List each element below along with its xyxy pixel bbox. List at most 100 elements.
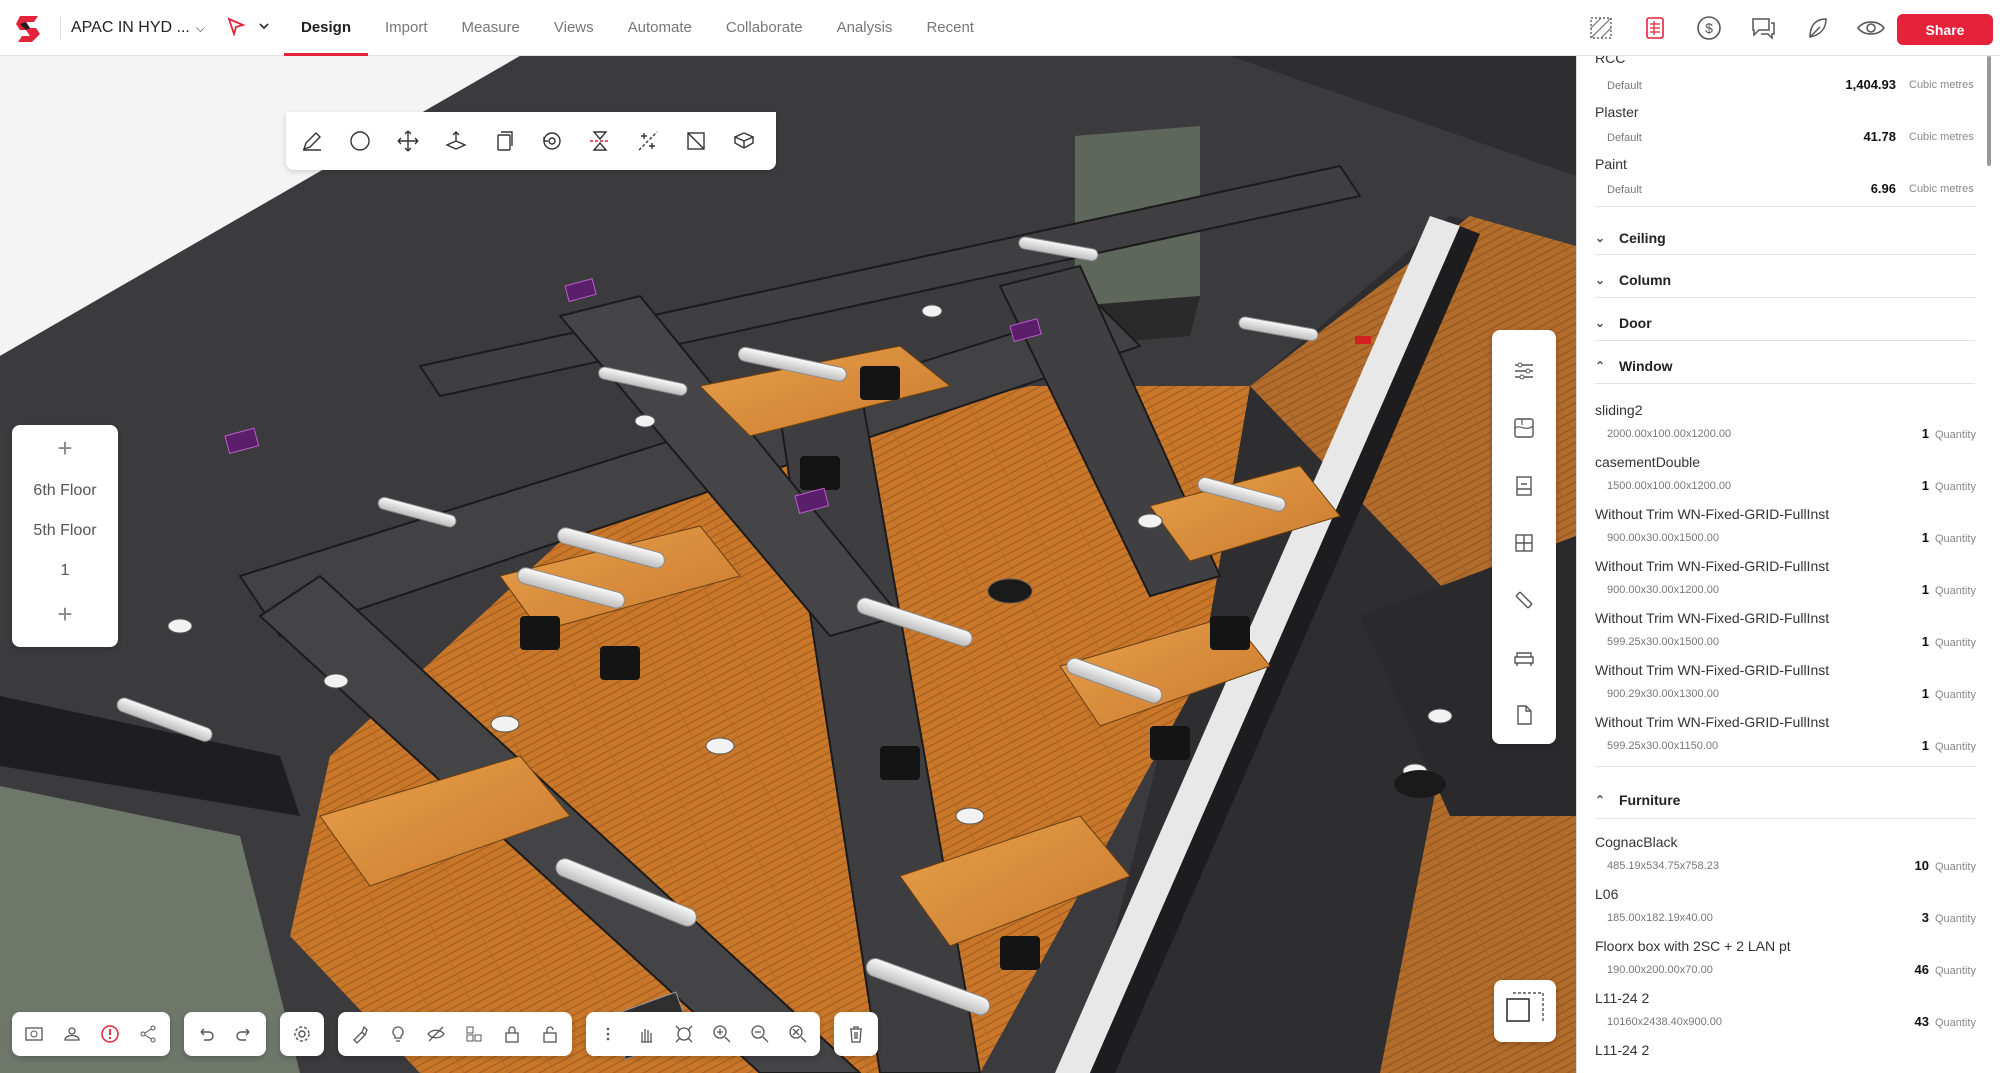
lock-icon[interactable] (498, 1020, 526, 1048)
hatch-icon[interactable] (1585, 12, 1617, 44)
sofa-icon[interactable] (1504, 629, 1544, 686)
tab-import[interactable]: Import (368, 0, 445, 56)
undo-icon[interactable] (192, 1020, 220, 1048)
section-furniture[interactable]: ⌃ Furniture (1595, 792, 1680, 808)
divider (1595, 297, 1975, 298)
section-title: Ceiling (1619, 230, 1666, 246)
more-icon[interactable] (594, 1020, 622, 1048)
building-model-scene[interactable] (0, 56, 1576, 1073)
box-icon[interactable] (730, 127, 758, 155)
floor-item-5th[interactable]: 5th Floor (33, 511, 96, 551)
3d-viewport[interactable]: + 6th Floor 5th Floor 1 + (0, 56, 1576, 1073)
section-title: Column (1619, 272, 1672, 288)
section-icon[interactable] (682, 127, 710, 155)
circle-icon[interactable] (346, 127, 374, 155)
material-name: Plaster (1595, 104, 1639, 120)
item-dimensions: 10160x2438.40x900.00 (1607, 1016, 1722, 1028)
section-ceiling[interactable]: ⌄ Ceiling (1595, 230, 1666, 246)
material-unit: Cubic metres (1909, 131, 1974, 143)
zoom-out-icon[interactable] (746, 1020, 774, 1048)
item-dimensions: 900.00x30.00x1500.00 (1607, 532, 1719, 544)
view-cube[interactable] (1494, 980, 1556, 1042)
extrude-icon[interactable] (442, 127, 470, 155)
leaf-icon[interactable] (1801, 12, 1833, 44)
sliders-icon[interactable] (1504, 342, 1544, 399)
move-icon[interactable] (394, 127, 422, 155)
align-icon[interactable] (586, 127, 614, 155)
app-logo[interactable] (12, 10, 48, 46)
item-unit: Quantity (1935, 585, 1976, 597)
dollar-icon[interactable]: $ (1693, 12, 1725, 44)
divider (1595, 818, 1975, 819)
comments-icon[interactable] (1747, 12, 1779, 44)
section-door[interactable]: ⌄ Door (1595, 315, 1652, 331)
tab-measure[interactable]: Measure (445, 0, 537, 56)
info-icon[interactable] (96, 1020, 124, 1048)
search-view-icon[interactable] (20, 1020, 48, 1048)
grid-icon[interactable] (1504, 514, 1544, 571)
floor-item-1[interactable]: 1 (61, 551, 70, 591)
tab-analysis[interactable]: Analysis (820, 0, 910, 56)
add-floor-bottom-button[interactable]: + (57, 591, 72, 637)
section-window[interactable]: ⌃ Window (1595, 358, 1673, 374)
chevron-down-icon: ⌄ (1595, 273, 1606, 287)
add-floor-top-button[interactable]: + (57, 425, 72, 471)
item-quantity: 1 (1921, 738, 1929, 753)
tab-automate[interactable]: Automate (611, 0, 709, 56)
unlock-icon[interactable] (536, 1020, 564, 1048)
hide-icon[interactable] (422, 1020, 450, 1048)
hand-icon[interactable] (632, 1020, 660, 1048)
select-tool-dropdown[interactable] (226, 16, 270, 36)
fit-icon[interactable] (670, 1020, 698, 1048)
item-quantity: 46 (1914, 962, 1929, 977)
item-name: Floorx box with 2SC + 2 LAN pt (1595, 938, 1791, 954)
project-selector[interactable]: APAC IN HYD ... ⌵ (60, 16, 205, 40)
zoom-extent-icon[interactable] (784, 1020, 812, 1048)
zoom-in-icon[interactable] (708, 1020, 736, 1048)
section-column[interactable]: ⌄ Column (1595, 272, 1671, 288)
floor-selector-panel: + 6th Floor 5th Floor 1 + (12, 425, 118, 647)
paint-icon[interactable] (346, 1020, 374, 1048)
redo-icon[interactable] (230, 1020, 258, 1048)
map-pin-icon[interactable] (58, 1020, 86, 1048)
rotate-icon[interactable] (538, 127, 566, 155)
tab-views[interactable]: Views (537, 0, 611, 56)
item-unit: Quantity (1935, 429, 1976, 441)
panel-scrollbar[interactable] (1987, 56, 1991, 166)
view-cube-icon (1506, 992, 1544, 1023)
share-button[interactable]: Share (1897, 14, 1993, 45)
item-dimensions: 900.00x30.00x1200.00 (1607, 584, 1719, 596)
pencil-icon[interactable] (298, 127, 326, 155)
tab-recent[interactable]: Recent (909, 0, 991, 56)
material-name: RCC (1595, 56, 1626, 66)
material-unit: Cubic metres (1909, 183, 1974, 195)
pipe-icon[interactable] (1504, 572, 1544, 629)
material-value: 1,404.93 (1845, 77, 1896, 92)
chevron-up-icon: ⌃ (1595, 359, 1606, 373)
floor-item-6th[interactable]: 6th Floor (33, 471, 96, 511)
material-unit: Cubic metres (1909, 79, 1974, 91)
share-node-icon[interactable] (134, 1020, 162, 1048)
map-icon[interactable] (1504, 399, 1544, 456)
report-icon[interactable] (1639, 12, 1671, 44)
divider (1595, 340, 1975, 341)
item-name: CognacBlack (1595, 834, 1678, 850)
document-icon[interactable] (1504, 687, 1544, 744)
copy-icon[interactable] (490, 127, 518, 155)
item-unit: Quantity (1935, 913, 1976, 925)
chevron-down-icon (259, 23, 269, 30)
elevator-icon[interactable] (1504, 457, 1544, 514)
item-quantity: 10 (1914, 858, 1929, 873)
tab-collaborate[interactable]: Collaborate (709, 0, 820, 56)
components-icon[interactable] (460, 1020, 488, 1048)
section-title: Window (1619, 358, 1673, 374)
item-unit: Quantity (1935, 481, 1976, 493)
split-icon[interactable] (634, 127, 662, 155)
bulb-icon[interactable] (384, 1020, 412, 1048)
trash-icon[interactable] (842, 1020, 870, 1048)
item-dimensions: 1500.00x100.00x1200.00 (1607, 480, 1732, 492)
tab-design[interactable]: Design (284, 0, 369, 56)
settings-icon[interactable] (288, 1020, 316, 1048)
eye-icon[interactable] (1855, 12, 1887, 44)
item-dimensions: 190.00x200.00x70.00 (1607, 964, 1713, 976)
